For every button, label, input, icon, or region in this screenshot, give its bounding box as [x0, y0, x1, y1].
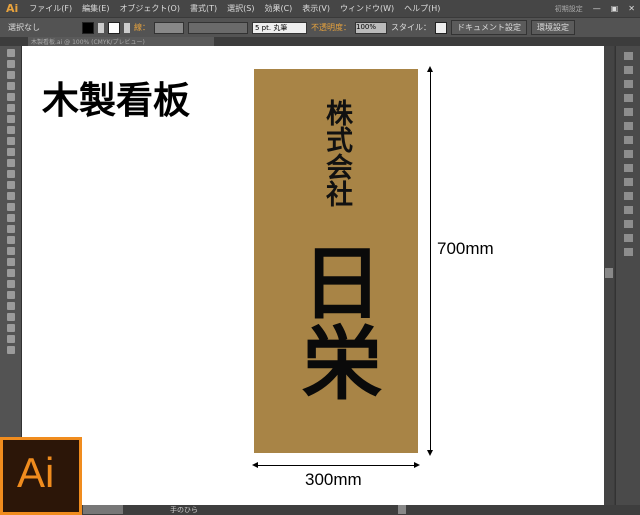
artwork-title: 木製看板 [42, 78, 190, 122]
appearance-panel-icon[interactable] [624, 164, 633, 172]
variable-width-dropdown[interactable] [188, 21, 248, 34]
zoom-tool-icon[interactable] [7, 346, 15, 354]
graphic-styles-panel-icon[interactable] [624, 178, 633, 186]
horizontal-scroll-thumb[interactable] [398, 505, 406, 514]
width-dimension-line [254, 465, 418, 466]
stroke-dropdown[interactable] [124, 22, 130, 33]
panel-dock [615, 46, 640, 515]
company-name-text: 日栄 [289, 241, 383, 401]
gradient-tool-icon[interactable] [7, 258, 15, 266]
gradient-panel-icon[interactable] [624, 136, 633, 144]
lasso-tool-icon[interactable] [7, 82, 15, 90]
document-tab[interactable]: 木製看板.ai @ 100% (CMYK/プレビュー) [28, 37, 214, 46]
shape-builder-tool-icon[interactable] [7, 225, 15, 233]
illustrator-logo: Ai [0, 437, 82, 515]
transparency-panel-icon[interactable] [624, 150, 633, 158]
blend-tool-icon[interactable] [7, 280, 15, 288]
style-label: スタイル： [391, 23, 431, 32]
paintbrush-tool-icon[interactable] [7, 137, 15, 145]
menu-effect[interactable]: 効果(C) [259, 3, 297, 14]
blob-brush-tool-icon[interactable] [7, 159, 15, 167]
free-transform-tool-icon[interactable] [7, 214, 15, 222]
menu-type[interactable]: 書式(T) [185, 3, 222, 14]
pathfinder-panel-icon[interactable] [624, 248, 633, 256]
swatches-panel-icon[interactable] [624, 80, 633, 88]
artboards-panel-icon[interactable] [624, 206, 633, 214]
symbol-sprayer-tool-icon[interactable] [7, 291, 15, 299]
color-panel-icon[interactable] [624, 52, 633, 60]
maximize-button[interactable]: ▣ [606, 4, 624, 13]
scale-tool-icon[interactable] [7, 192, 15, 200]
line-tool-icon[interactable] [7, 115, 15, 123]
hand-tool-icon[interactable] [7, 335, 15, 343]
width-tool-icon[interactable] [7, 203, 15, 211]
pen-tool-icon[interactable] [7, 93, 15, 101]
selection-status: 選択なし [8, 23, 40, 32]
slice-tool-icon[interactable] [7, 324, 15, 332]
company-type-text: 株式会社 [321, 99, 352, 207]
menu-object[interactable]: オブジェクト(O) [114, 3, 185, 14]
symbols-panel-icon[interactable] [624, 108, 633, 116]
stroke-weight-field[interactable] [154, 21, 184, 34]
menu-edit[interactable]: 編集(E) [77, 3, 114, 14]
vertical-scroll-thumb[interactable] [605, 268, 613, 278]
menu-view[interactable]: 表示(V) [297, 3, 335, 14]
app-logo: Ai [6, 2, 19, 15]
color-guide-panel-icon[interactable] [624, 66, 633, 74]
document-setup-button[interactable]: ドキュメント設定 [451, 20, 527, 35]
control-bar: 選択なし 線： 5 pt. 丸筆 不透明度： 100% スタイル： ドキュメント… [0, 17, 640, 37]
fill-swatch[interactable] [82, 21, 94, 34]
status-tool-label[interactable]: 手のひら [170, 505, 198, 515]
stroke-panel-icon[interactable] [624, 122, 633, 130]
align-panel-icon[interactable] [624, 234, 633, 242]
opacity-field[interactable]: 100% [355, 21, 387, 34]
rectangle-tool-icon[interactable] [7, 126, 15, 134]
eyedropper-tool-icon[interactable] [7, 269, 15, 277]
height-label: 700mm [437, 239, 494, 258]
brush-dropdown[interactable]: 5 pt. 丸筆 [252, 21, 307, 34]
brushes-panel-icon[interactable] [624, 94, 633, 102]
menu-bar: Ai ファイル(F) 編集(E) オブジェクト(O) 書式(T) 選択(S) 効… [0, 0, 640, 17]
style-swatch[interactable] [435, 21, 447, 34]
arrow-left-icon [252, 462, 258, 468]
selection-tool-icon[interactable] [7, 49, 15, 57]
arrow-down-icon [427, 450, 433, 456]
stroke-swatch[interactable] [108, 21, 120, 34]
direct-selection-tool-icon[interactable] [7, 60, 15, 68]
menu-help[interactable]: ヘルプ(H) [399, 3, 445, 14]
menu-select[interactable]: 選択(S) [222, 3, 259, 14]
minimize-button[interactable]: — [588, 4, 606, 13]
width-label: 300mm [305, 470, 362, 489]
menu-file[interactable]: ファイル(F) [24, 3, 77, 14]
arrow-right-icon [414, 462, 420, 468]
graph-tool-icon[interactable] [7, 302, 15, 310]
workspace-switcher[interactable]: 初期設定 [550, 4, 588, 14]
mesh-tool-icon[interactable] [7, 247, 15, 255]
opacity-label: 不透明度： [311, 23, 351, 32]
transform-panel-icon[interactable] [624, 220, 633, 228]
arrow-up-icon [427, 66, 433, 72]
height-dimension-line [430, 69, 431, 453]
magic-wand-tool-icon[interactable] [7, 71, 15, 79]
fill-dropdown[interactable] [98, 22, 104, 33]
layers-panel-icon[interactable] [624, 192, 633, 200]
type-tool-icon[interactable] [7, 104, 15, 112]
pencil-tool-icon[interactable] [7, 148, 15, 156]
wooden-signboard: 株式会社 日栄 [254, 69, 418, 453]
stroke-label: 線： [134, 23, 150, 32]
eraser-tool-icon[interactable] [7, 170, 15, 178]
zoom-field[interactable] [83, 505, 123, 514]
rotate-tool-icon[interactable] [7, 181, 15, 189]
preferences-button[interactable]: 環境設定 [531, 20, 575, 35]
menu-window[interactable]: ウィンドウ(W) [335, 3, 399, 14]
close-button[interactable]: ✕ [623, 4, 640, 13]
artboard-tool-icon[interactable] [7, 313, 15, 321]
perspective-tool-icon[interactable] [7, 236, 15, 244]
